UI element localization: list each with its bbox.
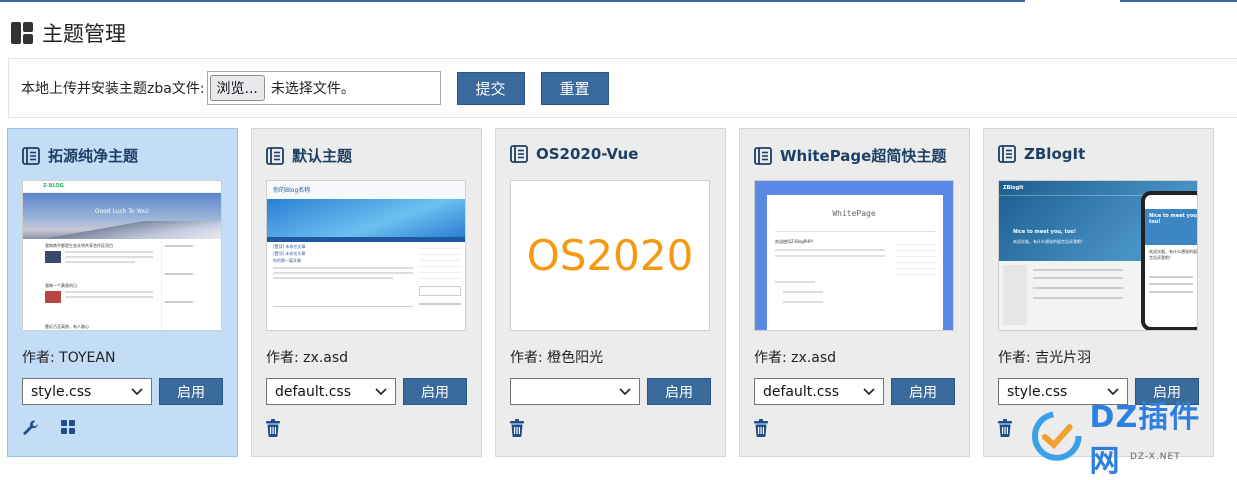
preview-brand: ZBlogIt bbox=[1003, 185, 1024, 191]
theme-actions bbox=[998, 419, 1012, 437]
author-name: 吉光片羽 bbox=[1035, 350, 1092, 366]
wrench-icon[interactable] bbox=[22, 419, 40, 437]
theme-preview: WhitePage 欢迎使用Z-BlogPHP! bbox=[754, 180, 954, 331]
theme-actions bbox=[22, 419, 76, 437]
preview-site-title: 你的Blog名称 bbox=[273, 187, 311, 194]
theme-preview: Z-BLOG Good Luck To You! 我和南平都是生态文明共享合作区… bbox=[22, 180, 222, 331]
theme-name: ZBlogIt bbox=[1024, 145, 1086, 163]
enable-button[interactable]: 启用 bbox=[159, 378, 223, 405]
preview-post: 欢迎使用Z-BlogPHP! bbox=[775, 239, 814, 244]
author-label: 作者: bbox=[998, 350, 1031, 366]
trash-icon[interactable] bbox=[754, 419, 768, 437]
chevron-down-icon bbox=[131, 387, 143, 397]
theme-card[interactable]: 默认主题 你的Blog名称 [置顶] 未命名文章 [置顶] 未命名文章 你的第一… bbox=[251, 128, 482, 457]
theme-name: WhitePage超简快主题 bbox=[780, 147, 947, 165]
page-header: 主题管理 bbox=[10, 18, 126, 48]
theme-title: ZBlogIt bbox=[998, 145, 1085, 163]
theme-doc-icon bbox=[754, 147, 772, 165]
preview-logo: Z-BLOG bbox=[43, 183, 64, 189]
theme-title: 拓源纯净主题 bbox=[22, 145, 138, 166]
theme-name: 拓源纯净主题 bbox=[48, 147, 139, 165]
top-border bbox=[0, 0, 1025, 2]
grid-icon[interactable] bbox=[60, 419, 76, 437]
theme-name: OS2020-Vue bbox=[536, 145, 639, 163]
theme-doc-icon bbox=[998, 145, 1016, 163]
trash-icon[interactable] bbox=[266, 419, 280, 437]
enable-button[interactable]: 启用 bbox=[403, 378, 467, 405]
theme-card[interactable]: 拓源纯净主题 Z-BLOG Good Luck To You! 我和南平都是生态… bbox=[7, 128, 238, 457]
trash-icon[interactable] bbox=[998, 419, 1012, 437]
theme-doc-icon bbox=[510, 145, 528, 163]
file-input[interactable]: 浏览... 未选择文件。 bbox=[206, 71, 441, 105]
enable-button[interactable]: 启用 bbox=[647, 378, 711, 405]
layout-icon bbox=[10, 21, 34, 45]
style-select[interactable] bbox=[510, 378, 640, 405]
page-title: 主题管理 bbox=[42, 22, 126, 46]
theme-title: WhitePage超简快主题 bbox=[754, 145, 946, 166]
preview-post: 靠近乃至高原，有人路心 bbox=[45, 324, 89, 329]
reset-button[interactable]: 重置 bbox=[540, 71, 609, 105]
theme-author: 作者: zx.asd bbox=[266, 347, 348, 367]
theme-preview: 你的Blog名称 [置顶] 未命名文章 [置顶] 未命名文章 你的第一篇文章 bbox=[266, 180, 466, 331]
author-name: TOYEAN bbox=[59, 350, 116, 366]
style-select-value: style.css bbox=[31, 383, 92, 400]
theme-author: 作者: zx.asd bbox=[754, 347, 836, 367]
preview-hero: Nice to meet you, too! bbox=[1013, 229, 1077, 235]
theme-title: OS2020-Vue bbox=[510, 145, 638, 163]
theme-card[interactable]: OS2020-Vue OS2020 作者: 橙色阳光 启用 bbox=[495, 128, 726, 457]
author-label: 作者: bbox=[22, 350, 55, 366]
submit-button[interactable]: 提交 bbox=[456, 71, 525, 105]
preview-phone-hero: Nice to meet you, too! bbox=[1149, 213, 1198, 225]
preview-post: [置顶] 未命名文章 bbox=[273, 251, 306, 256]
watermark-text: DZ插件网 bbox=[1089, 400, 1201, 479]
top-border-right bbox=[1120, 0, 1237, 2]
theme-card[interactable]: WhitePage超简快主题 WhitePage 欢迎使用Z-BlogPHP! … bbox=[739, 128, 970, 457]
author-name: zx.asd bbox=[791, 350, 837, 366]
trash-icon[interactable] bbox=[510, 419, 524, 437]
theme-actions bbox=[510, 419, 524, 437]
chevron-down-icon bbox=[375, 387, 387, 397]
browse-button[interactable]: 浏览... bbox=[209, 75, 265, 101]
theme-author: 作者: TOYEAN bbox=[22, 347, 115, 367]
theme-author: 作者: 橙色阳光 bbox=[510, 347, 603, 367]
preview-post: [置顶] 未命名文章 bbox=[273, 244, 306, 249]
style-select-value: default.css bbox=[275, 383, 351, 400]
theme-author: 作者: 吉光片羽 bbox=[998, 347, 1091, 367]
theme-actions bbox=[266, 419, 280, 437]
style-select[interactable]: default.css bbox=[266, 378, 396, 405]
style-select-value: style.css bbox=[1007, 383, 1068, 400]
preview-logo: OS2020 bbox=[526, 231, 694, 280]
upload-label: 本地上传并安装主题zba文件: bbox=[21, 81, 205, 97]
preview-sub: 欢迎光临，有什么想说的留言告诉我吧！ bbox=[1013, 239, 1085, 244]
theme-actions bbox=[754, 419, 768, 437]
enable-button[interactable]: 启用 bbox=[891, 378, 955, 405]
theme-preview: OS2020 bbox=[510, 180, 710, 331]
preview-site-title: WhitePage bbox=[832, 209, 876, 218]
style-select[interactable]: style.css bbox=[22, 378, 152, 405]
theme-doc-icon bbox=[22, 147, 40, 165]
chevron-down-icon bbox=[863, 387, 875, 397]
style-select[interactable]: default.css bbox=[754, 378, 884, 405]
dz-logo-icon bbox=[1031, 411, 1082, 461]
preview-post: 我和南平都是生态文明共享合作区项目 bbox=[45, 243, 113, 248]
style-select-value: default.css bbox=[763, 383, 839, 400]
chevron-down-icon bbox=[619, 387, 631, 397]
author-label: 作者: bbox=[754, 350, 787, 366]
preview-phone-sub: 欢迎光临，有什么想说的留言告诉我吧！ bbox=[1149, 249, 1197, 260]
author-label: 作者: bbox=[266, 350, 299, 366]
theme-preview: ZBlogIt Nice to meet you, too! 欢迎光临，有什么想… bbox=[998, 180, 1198, 331]
author-name: zx.asd bbox=[303, 350, 349, 366]
preview-banner: Good Luck To You! bbox=[94, 208, 150, 215]
watermark-domain: DZ-X.NET bbox=[1130, 452, 1181, 462]
theme-doc-icon bbox=[266, 147, 284, 165]
author-name: 橙色阳光 bbox=[547, 350, 604, 366]
watermark: DZ插件网 DZ-X.NET bbox=[1030, 400, 1230, 479]
theme-name: 默认主题 bbox=[292, 147, 353, 165]
upload-bar: 本地上传并安装主题zba文件: 浏览... 未选择文件。 提交 重置 bbox=[8, 58, 1237, 118]
preview-post: 你的第一篇文章 bbox=[273, 258, 301, 263]
author-label: 作者: bbox=[510, 350, 543, 366]
theme-title: 默认主题 bbox=[266, 145, 352, 166]
preview-post: 我每一个黄昏的日 bbox=[45, 283, 77, 288]
file-status: 未选择文件。 bbox=[270, 81, 355, 97]
